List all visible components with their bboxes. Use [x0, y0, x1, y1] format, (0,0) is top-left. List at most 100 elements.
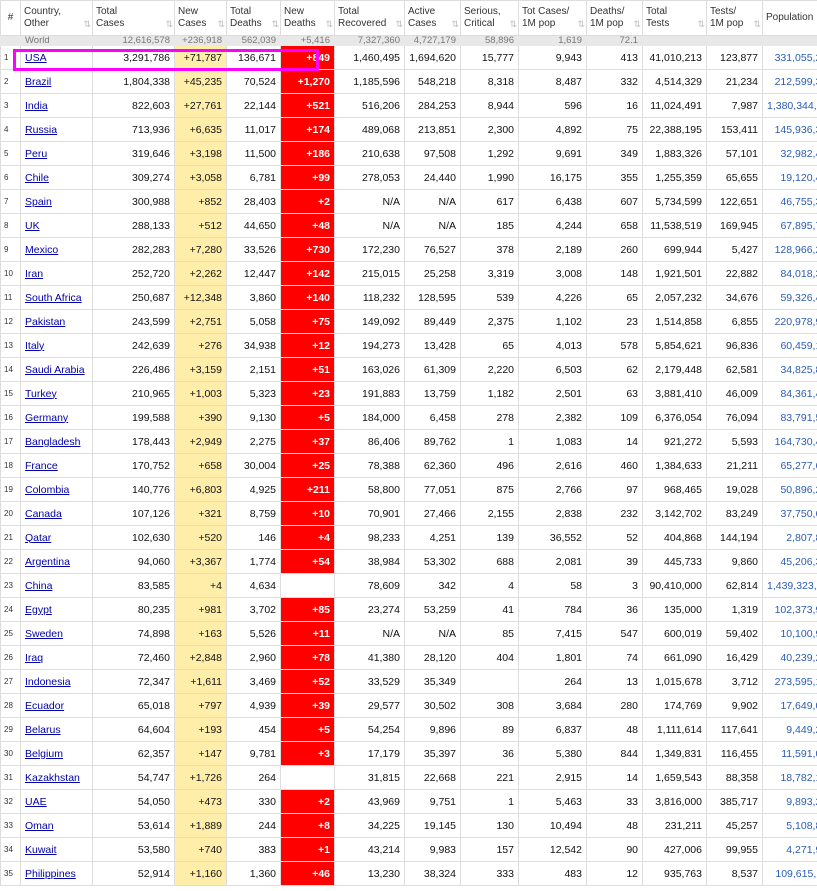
country-link[interactable]: Belgium: [25, 748, 63, 760]
sort-arrows-icon[interactable]: ⇅: [697, 18, 704, 30]
country-link[interactable]: Chile: [25, 172, 49, 184]
header-total-cases[interactable]: Total Cases ⇅: [92, 0, 175, 36]
cell-serious-critical: 496: [460, 453, 519, 478]
country-link[interactable]: Germany: [25, 412, 68, 424]
header-population[interactable]: Population⇅: [762, 0, 817, 36]
country-link[interactable]: Turkey: [25, 388, 57, 400]
country-link[interactable]: Iraq: [25, 652, 43, 664]
header-tot-cases-1m[interactable]: Tot Cases/1M pop ⇅: [518, 0, 587, 36]
country-link[interactable]: Russia: [25, 124, 57, 136]
table-row: 15 Turkey 210,965 +1,003 5,323 +23 191,883 13,7…: [0, 381, 817, 406]
header-total-tests[interactable]: Total Tests ⇅: [642, 0, 707, 36]
country-link[interactable]: Spain: [25, 196, 52, 208]
cell-total-cases: 72,460: [92, 645, 175, 670]
country-link[interactable]: Brazil: [25, 76, 51, 88]
country-link[interactable]: Mexico: [25, 244, 58, 256]
header-label: #: [7, 12, 14, 23]
country-link[interactable]: Indonesia: [25, 676, 71, 688]
header-label: 1M pop: [522, 18, 556, 29]
cell-new-deaths: [280, 765, 335, 790]
cell-new-cases: +473: [174, 789, 227, 814]
cell-rank: 5: [0, 141, 21, 166]
cell-new-cases: +3,159: [174, 357, 227, 382]
cell-active-cases: 77,051: [404, 477, 461, 502]
country-link[interactable]: UAE: [25, 796, 47, 808]
cell-total-recovered: 78,609: [334, 573, 405, 598]
country-link[interactable]: Sweden: [25, 628, 63, 640]
country-link[interactable]: South Africa: [25, 292, 82, 304]
header-active-cases[interactable]: Active Cases ⇅: [404, 0, 461, 36]
header-country[interactable]: Country, Other ⇅: [20, 0, 93, 36]
cell-total-tests: 3,881,410: [642, 381, 707, 406]
country-link[interactable]: Pakistan: [25, 316, 65, 328]
country-link[interactable]: Belarus: [25, 724, 61, 736]
header-serious-critical[interactable]: Serious, Critical ⇅: [460, 0, 519, 36]
cell-new-cases: +276: [174, 333, 227, 358]
header-rank[interactable]: #: [0, 0, 21, 36]
cell-deaths-1m: 260: [586, 237, 643, 262]
country-link[interactable]: Philippines: [25, 868, 76, 880]
cell-tests-1m: 117,641: [706, 717, 763, 742]
sort-arrows-icon[interactable]: ⇅: [395, 18, 402, 30]
country-link[interactable]: Italy: [25, 340, 44, 352]
cell-tot-cases-1m: 8,487: [518, 69, 587, 94]
sort-arrows-icon[interactable]: ⇅: [165, 18, 172, 30]
sort-arrows-icon[interactable]: ⇅: [83, 18, 90, 30]
cell-total-recovered: 7,327,360: [334, 35, 405, 46]
cell-tot-cases-1m: 9,691: [518, 141, 587, 166]
cell-country: Bangladesh: [20, 429, 93, 454]
cell-tests-1m: 6,855: [706, 309, 763, 334]
cell-tot-cases-1m: 1,801: [518, 645, 587, 670]
country-link[interactable]: Argentina: [25, 556, 70, 568]
sort-arrows-icon[interactable]: ⇅: [753, 18, 760, 30]
sort-arrows-icon[interactable]: ⇅: [217, 18, 224, 30]
header-deaths-1m[interactable]: Deaths/1M pop ⇅: [586, 0, 643, 36]
country-link[interactable]: India: [25, 100, 48, 112]
cell-new-deaths: +75: [280, 309, 335, 334]
cell-total-tests: 935,763: [642, 861, 707, 886]
country-link[interactable]: Kuwait: [25, 844, 57, 856]
cell-new-deaths: +54: [280, 549, 335, 574]
country-link[interactable]: Oman: [25, 820, 54, 832]
country-link[interactable]: Colombia: [25, 484, 69, 496]
cell-total-tests: 699,944: [642, 237, 707, 262]
header-new-deaths[interactable]: New Deaths ⇅: [280, 0, 335, 36]
sort-arrows-icon[interactable]: ⇅: [271, 18, 278, 30]
sort-arrows-icon[interactable]: ⇅: [451, 18, 458, 30]
country-link[interactable]: Bangladesh: [25, 436, 80, 448]
cell-total-deaths: 1,360: [226, 861, 281, 886]
sort-arrows-icon[interactable]: ⇅: [577, 18, 584, 30]
sort-arrows-icon[interactable]: ⇅: [509, 18, 516, 30]
cell-rank: 25: [0, 621, 21, 646]
country-link[interactable]: Qatar: [25, 532, 51, 544]
cell-active-cases: 35,397: [404, 741, 461, 766]
cell-population: 164,730,455: [762, 429, 817, 454]
country-link[interactable]: China: [25, 580, 52, 592]
header-new-cases[interactable]: New Cases ⇅: [174, 0, 227, 36]
country-link[interactable]: Kazakhstan: [25, 772, 80, 784]
sort-arrows-icon[interactable]: ⇅: [633, 18, 640, 30]
cell-new-cases: +3,058: [174, 165, 227, 190]
country-link[interactable]: Peru: [25, 148, 47, 160]
sort-arrows-icon[interactable]: ⇅: [325, 18, 332, 30]
header-total-recovered[interactable]: Total Recovered ⇅: [334, 0, 405, 36]
country-link[interactable]: France: [25, 460, 58, 472]
country-link[interactable]: Ecuador: [25, 700, 64, 712]
header-tests-1m[interactable]: Tests/1M pop ⇅: [706, 0, 763, 36]
country-link[interactable]: Saudi Arabia: [25, 364, 85, 376]
cell-serious-critical: 8,318: [460, 69, 519, 94]
country-link[interactable]: USA: [25, 52, 47, 64]
country-link[interactable]: Canada: [25, 508, 62, 520]
cell-total-tests: 1,349,831: [642, 741, 707, 766]
country-link[interactable]: UK: [25, 220, 40, 232]
cell-total-deaths: 330: [226, 789, 281, 814]
country-link[interactable]: Egypt: [25, 604, 52, 616]
country-link[interactable]: Iran: [25, 268, 43, 280]
cell-tests-1m: 123,877: [706, 45, 763, 70]
cell-total-tests: 968,465: [642, 477, 707, 502]
header-total-deaths[interactable]: Total Deaths ⇅: [226, 0, 281, 36]
table-row: 17 Bangladesh 178,443 +2,949 2,275 +37 86,406 8…: [0, 429, 817, 454]
cell-total-tests: 22,388,195: [642, 117, 707, 142]
cell-total-cases: 1,804,338: [92, 69, 175, 94]
cell-total-cases: 12,616,578: [92, 35, 175, 46]
